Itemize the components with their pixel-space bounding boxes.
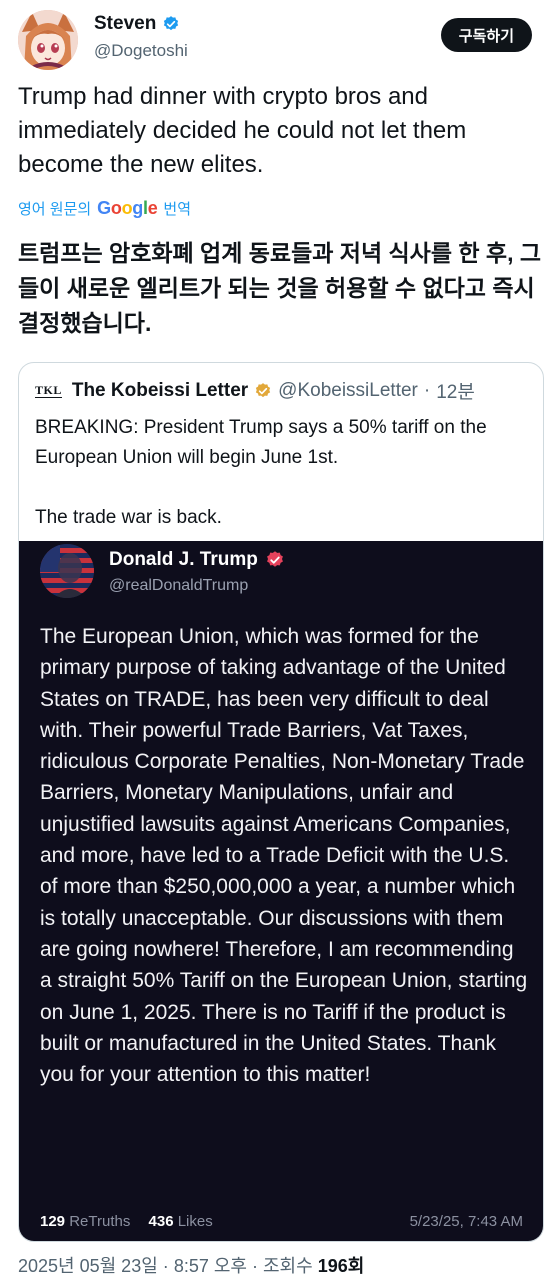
anime-fox-girl-avatar-icon — [18, 10, 78, 70]
quoted-tweet-time[interactable]: 12분 — [436, 377, 475, 404]
quoted-author-name[interactable]: The Kobeissi Letter — [72, 380, 248, 402]
subscribe-button[interactable]: 구독하기 — [440, 18, 532, 52]
translate-suffix: 번역 — [163, 201, 192, 218]
author-display-name: Steven — [94, 13, 157, 34]
tweet-meta: 2025년 05월 23일 · 8:57 오후 · 조회수 196회 — [18, 1252, 364, 1278]
retruths-count: 129 — [40, 1213, 66, 1230]
truth-stats: 129 ReTruths 436 Likes — [40, 1213, 227, 1230]
truth-author-row: Donald J. Trump — [109, 549, 285, 571]
truth-author-name: Donald J. Trump — [109, 549, 258, 570]
quoted-tweet-header: TKL The Kobeissi Letter @KobeissiLetter … — [35, 377, 475, 404]
trump-avatar — [40, 544, 94, 598]
verified-gold-badge-icon — [256, 382, 271, 397]
verified-badge-icon — [164, 16, 179, 31]
author-info: Steven @Dogetoshi — [94, 13, 188, 61]
truth-timestamp: 5/23/25, 7:43 AM — [409, 1213, 523, 1230]
meta-separator: · — [251, 1256, 258, 1276]
kobeissi-logo: TKL — [35, 382, 62, 398]
likes-label: Likes — [177, 1213, 213, 1230]
truth-body-text: The European Union, which was formed for… — [40, 625, 528, 1087]
translate-prefix: 영어 원문의 — [18, 201, 92, 218]
verified-red-badge-icon — [266, 551, 283, 567]
quoted-tweet[interactable]: TKL The Kobeissi Letter @KobeissiLetter … — [18, 362, 544, 1242]
quoted-tweet-line-1: BREAKING: President Trump says a 50% tar… — [35, 417, 487, 468]
truth-footer: 129 ReTruths 436 Likes 5/23/25, 7:43 AM — [40, 1213, 523, 1230]
separator-dot: · — [423, 379, 431, 401]
translation-attribution[interactable]: 영어 원문의 Google 번역 — [18, 198, 191, 219]
tweet-text: Trump had dinner with crypto bros and im… — [18, 83, 467, 178]
author-handle[interactable]: @Dogetoshi — [94, 41, 188, 61]
retruths-label: ReTruths — [69, 1213, 131, 1230]
translated-text: 트럼프는 암호화폐 업계 동료들과 저녁 식사를 한 후, 그들이 새로운 엘리… — [18, 240, 542, 336]
trump-flag-avatar-icon — [40, 544, 94, 598]
views-count[interactable]: 196회 — [318, 1256, 365, 1276]
google-logo: Google — [97, 198, 158, 218]
views-label: 조회수 — [263, 1256, 313, 1276]
meta-separator: · — [162, 1256, 169, 1276]
tweet-date[interactable]: 2025년 05월 23일 — [18, 1256, 158, 1276]
tweet-header: Steven @Dogetoshi 구독하기 — [18, 10, 540, 70]
truth-social-screenshot[interactable]: Donald J. Trump @realDonaldTrump The Eur… — [19, 541, 543, 1241]
quoted-tweet-line-2: The trade war is back. — [35, 507, 222, 528]
tweet-time[interactable]: 8:57 오후 — [174, 1256, 247, 1276]
author-display-name-row[interactable]: Steven — [94, 13, 180, 35]
likes-count: 436 — [148, 1213, 174, 1230]
author-avatar[interactable] — [18, 10, 78, 70]
quoted-author-handle[interactable]: @KobeissiLetter — [278, 380, 418, 402]
truth-author-handle: @realDonaldTrump — [109, 577, 249, 594]
